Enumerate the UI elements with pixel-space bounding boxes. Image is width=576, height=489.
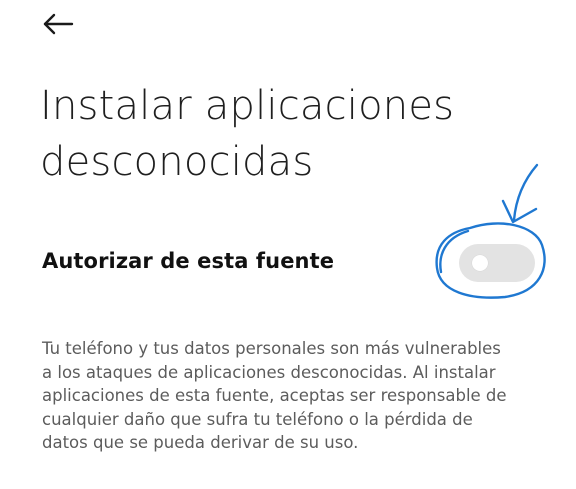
setting-label: Autorizar de esta fuente <box>42 249 335 273</box>
setting-row-allow-source[interactable]: Autorizar de esta fuente <box>0 224 576 304</box>
toggle-knob <box>472 255 488 271</box>
back-button[interactable] <box>36 8 80 44</box>
warning-description: Tu teléfono y tus datos personales son m… <box>42 339 507 452</box>
page-title: Instalar aplicaciones desconocidas <box>40 83 455 185</box>
annotation-arrow-head <box>501 199 538 224</box>
arrow-left-icon <box>41 12 75 41</box>
allow-source-toggle[interactable] <box>459 244 535 282</box>
